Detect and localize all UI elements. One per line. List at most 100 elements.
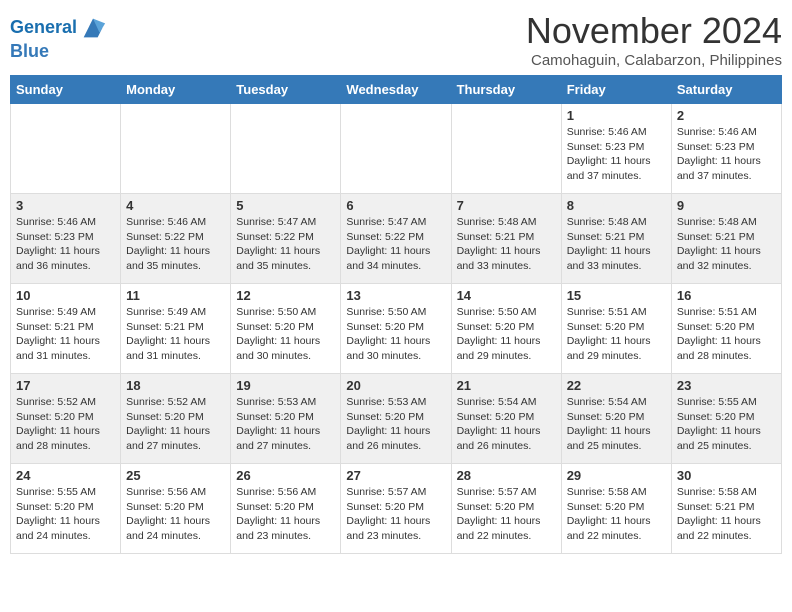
calendar-cell: 5 Sunrise: 5:47 AM Sunset: 5:22 PM Daylig… (231, 194, 341, 284)
calendar-header-wednesday: Wednesday (341, 76, 451, 104)
day-number: 19 (236, 378, 335, 393)
calendar-cell: 6 Sunrise: 5:47 AM Sunset: 5:22 PM Daylig… (341, 194, 451, 284)
calendar-week-row: 1 Sunrise: 5:46 AM Sunset: 5:23 PM Daylig… (11, 104, 782, 194)
day-info: Sunrise: 5:53 AM Sunset: 5:20 PM Dayligh… (346, 395, 445, 454)
day-number: 27 (346, 468, 445, 483)
calendar-header-saturday: Saturday (671, 76, 781, 104)
day-number: 6 (346, 198, 445, 213)
calendar-header-sunday: Sunday (11, 76, 121, 104)
day-info: Sunrise: 5:56 AM Sunset: 5:20 PM Dayligh… (126, 485, 225, 544)
day-info: Sunrise: 5:55 AM Sunset: 5:20 PM Dayligh… (16, 485, 115, 544)
title-block: November 2024 Camohaguin, Calabarzon, Ph… (526, 10, 782, 69)
location-subtitle: Camohaguin, Calabarzon, Philippines (526, 52, 782, 69)
calendar-header-tuesday: Tuesday (231, 76, 341, 104)
day-number: 5 (236, 198, 335, 213)
calendar-cell: 23 Sunrise: 5:55 AM Sunset: 5:20 PM Dayli… (671, 374, 781, 464)
day-number: 21 (457, 378, 556, 393)
calendar-body: 1 Sunrise: 5:46 AM Sunset: 5:23 PM Daylig… (11, 104, 782, 554)
day-info: Sunrise: 5:50 AM Sunset: 5:20 PM Dayligh… (346, 305, 445, 364)
logo-text-blue: Blue (10, 42, 107, 62)
calendar-cell: 10 Sunrise: 5:49 AM Sunset: 5:21 PM Dayli… (11, 284, 121, 374)
logo: General Blue (10, 14, 107, 62)
day-number: 11 (126, 288, 225, 303)
calendar-cell: 27 Sunrise: 5:57 AM Sunset: 5:20 PM Dayli… (341, 464, 451, 554)
day-number: 26 (236, 468, 335, 483)
day-number: 2 (677, 108, 776, 123)
day-number: 10 (16, 288, 115, 303)
day-info: Sunrise: 5:52 AM Sunset: 5:20 PM Dayligh… (126, 395, 225, 454)
calendar-cell: 7 Sunrise: 5:48 AM Sunset: 5:21 PM Daylig… (451, 194, 561, 284)
calendar-cell: 9 Sunrise: 5:48 AM Sunset: 5:21 PM Daylig… (671, 194, 781, 284)
day-number: 17 (16, 378, 115, 393)
calendar-week-row: 17 Sunrise: 5:52 AM Sunset: 5:20 PM Dayli… (11, 374, 782, 464)
calendar-cell (451, 104, 561, 194)
calendar-cell: 4 Sunrise: 5:46 AM Sunset: 5:22 PM Daylig… (121, 194, 231, 284)
day-number: 15 (567, 288, 666, 303)
calendar-cell: 20 Sunrise: 5:53 AM Sunset: 5:20 PM Dayli… (341, 374, 451, 464)
day-info: Sunrise: 5:56 AM Sunset: 5:20 PM Dayligh… (236, 485, 335, 544)
calendar-cell: 17Sunrise: 5:52 AM Sunset: 5:20 PM Dayli… (11, 374, 121, 464)
day-info: Sunrise: 5:46 AM Sunset: 5:22 PM Dayligh… (126, 215, 225, 274)
calendar-cell: 15 Sunrise: 5:51 AM Sunset: 5:20 PM Dayli… (561, 284, 671, 374)
day-number: 12 (236, 288, 335, 303)
calendar-cell: 24Sunrise: 5:55 AM Sunset: 5:20 PM Dayli… (11, 464, 121, 554)
calendar-cell: 30 Sunrise: 5:58 AM Sunset: 5:21 PM Dayli… (671, 464, 781, 554)
day-number: 1 (567, 108, 666, 123)
calendar-week-row: 10 Sunrise: 5:49 AM Sunset: 5:21 PM Dayli… (11, 284, 782, 374)
page-header: General Blue November 2024 Camohaguin, C… (10, 10, 782, 69)
day-number: 13 (346, 288, 445, 303)
day-info: Sunrise: 5:55 AM Sunset: 5:20 PM Dayligh… (677, 395, 776, 454)
calendar-cell: 18 Sunrise: 5:52 AM Sunset: 5:20 PM Dayli… (121, 374, 231, 464)
calendar-cell (231, 104, 341, 194)
day-info: Sunrise: 5:47 AM Sunset: 5:22 PM Dayligh… (236, 215, 335, 274)
day-info: Sunrise: 5:54 AM Sunset: 5:20 PM Dayligh… (457, 395, 556, 454)
calendar-week-row: 24Sunrise: 5:55 AM Sunset: 5:20 PM Dayli… (11, 464, 782, 554)
day-info: Sunrise: 5:46 AM Sunset: 5:23 PM Dayligh… (567, 125, 666, 184)
logo-icon (79, 14, 107, 42)
day-info: Sunrise: 5:58 AM Sunset: 5:20 PM Dayligh… (567, 485, 666, 544)
day-number: 7 (457, 198, 556, 213)
calendar-table: SundayMondayTuesdayWednesdayThursdayFrid… (10, 75, 782, 554)
calendar-cell: 19Sunrise: 5:53 AM Sunset: 5:20 PM Dayli… (231, 374, 341, 464)
day-number: 30 (677, 468, 776, 483)
calendar-cell: 8Sunrise: 5:48 AM Sunset: 5:21 PM Daylig… (561, 194, 671, 284)
calendar-cell: 29 Sunrise: 5:58 AM Sunset: 5:20 PM Dayli… (561, 464, 671, 554)
calendar-cell: 16 Sunrise: 5:51 AM Sunset: 5:20 PM Dayli… (671, 284, 781, 374)
calendar-cell (121, 104, 231, 194)
day-info: Sunrise: 5:47 AM Sunset: 5:22 PM Dayligh… (346, 215, 445, 274)
month-title: November 2024 (526, 10, 782, 52)
day-info: Sunrise: 5:48 AM Sunset: 5:21 PM Dayligh… (457, 215, 556, 274)
day-info: Sunrise: 5:49 AM Sunset: 5:21 PM Dayligh… (16, 305, 115, 364)
calendar-cell: 13 Sunrise: 5:50 AM Sunset: 5:20 PM Dayli… (341, 284, 451, 374)
day-info: Sunrise: 5:50 AM Sunset: 5:20 PM Dayligh… (457, 305, 556, 364)
calendar-cell: 3Sunrise: 5:46 AM Sunset: 5:23 PM Daylig… (11, 194, 121, 284)
day-info: Sunrise: 5:49 AM Sunset: 5:21 PM Dayligh… (126, 305, 225, 364)
day-info: Sunrise: 5:58 AM Sunset: 5:21 PM Dayligh… (677, 485, 776, 544)
day-info: Sunrise: 5:50 AM Sunset: 5:20 PM Dayligh… (236, 305, 335, 364)
day-number: 29 (567, 468, 666, 483)
day-number: 16 (677, 288, 776, 303)
calendar-cell: 2Sunrise: 5:46 AM Sunset: 5:23 PM Daylig… (671, 104, 781, 194)
calendar-cell: 14 Sunrise: 5:50 AM Sunset: 5:20 PM Dayli… (451, 284, 561, 374)
calendar-cell: 1 Sunrise: 5:46 AM Sunset: 5:23 PM Daylig… (561, 104, 671, 194)
day-info: Sunrise: 5:57 AM Sunset: 5:20 PM Dayligh… (457, 485, 556, 544)
day-number: 4 (126, 198, 225, 213)
calendar-cell: 21 Sunrise: 5:54 AM Sunset: 5:20 PM Dayli… (451, 374, 561, 464)
day-number: 9 (677, 198, 776, 213)
day-number: 14 (457, 288, 556, 303)
day-number: 25 (126, 468, 225, 483)
calendar-week-row: 3Sunrise: 5:46 AM Sunset: 5:23 PM Daylig… (11, 194, 782, 284)
day-info: Sunrise: 5:57 AM Sunset: 5:20 PM Dayligh… (346, 485, 445, 544)
day-number: 20 (346, 378, 445, 393)
day-info: Sunrise: 5:51 AM Sunset: 5:20 PM Dayligh… (677, 305, 776, 364)
day-number: 23 (677, 378, 776, 393)
calendar-cell (341, 104, 451, 194)
calendar-cell: 25 Sunrise: 5:56 AM Sunset: 5:20 PM Dayli… (121, 464, 231, 554)
calendar-header-monday: Monday (121, 76, 231, 104)
day-number: 22 (567, 378, 666, 393)
day-number: 18 (126, 378, 225, 393)
calendar-cell: 22Sunrise: 5:54 AM Sunset: 5:20 PM Dayli… (561, 374, 671, 464)
day-info: Sunrise: 5:51 AM Sunset: 5:20 PM Dayligh… (567, 305, 666, 364)
day-info: Sunrise: 5:48 AM Sunset: 5:21 PM Dayligh… (677, 215, 776, 274)
calendar-cell (11, 104, 121, 194)
